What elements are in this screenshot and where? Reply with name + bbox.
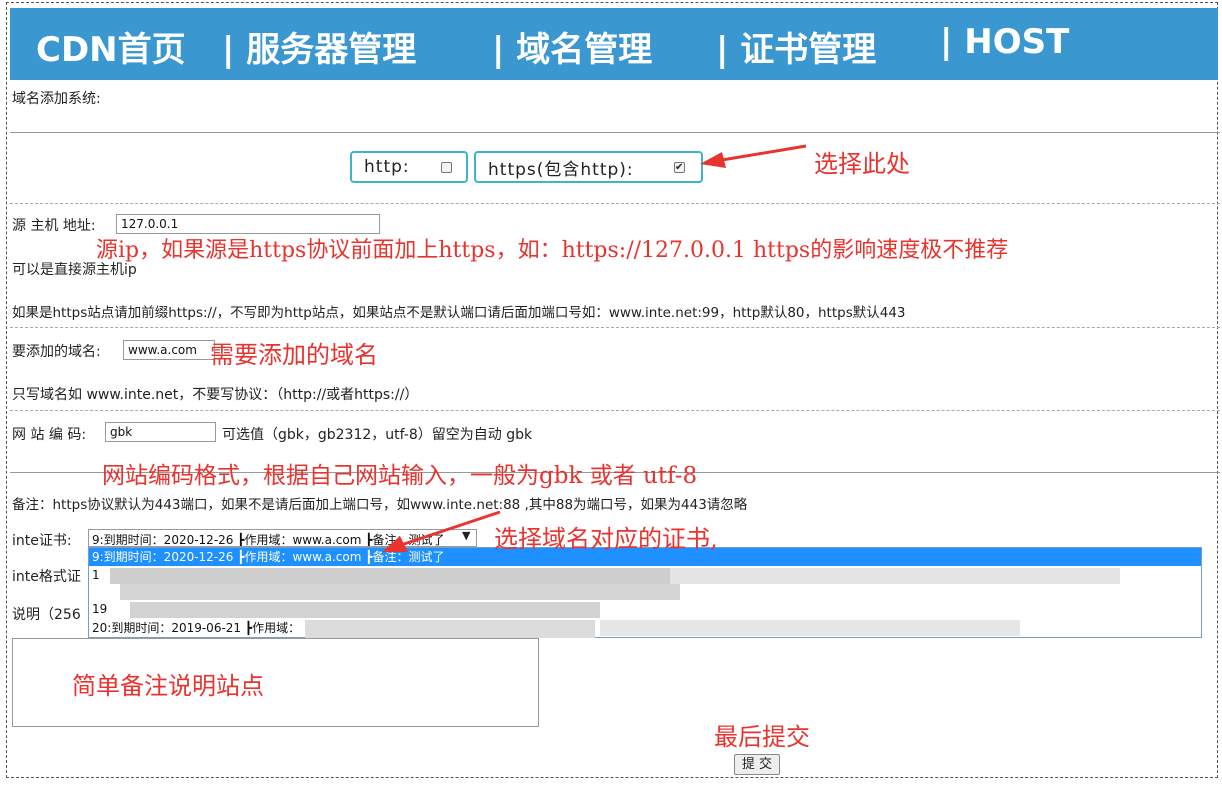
redacted-block [130, 602, 600, 618]
cert-select[interactable]: 9:到期时间：2020-12-26 ┣作用域：www.a.com ┣备注：测试了 [88, 529, 477, 547]
source-host-input[interactable]: 127.0.0.1 [116, 214, 380, 234]
divider [10, 410, 1220, 411]
redacted-block [120, 584, 680, 600]
chevron-down-icon[interactable]: ▼ [462, 529, 470, 542]
divider [10, 203, 1220, 204]
redacted-block [110, 568, 670, 584]
annotation-description: 简单备注说明站点 [72, 672, 264, 700]
redacted-block [670, 568, 1120, 584]
domain-input[interactable]: www.a.com [123, 340, 215, 360]
annotation-encoding: 网站编码格式，根据自己网站输入，一般为gbk 或者 utf-8 [102, 463, 698, 489]
top-nav: CDN首页 | 服务器管理 | 域名管理 | 证书管理 | HOST [10, 8, 1218, 80]
source-hint-https: 如果是https站点请加前缀https://，不写即为http站点，如果站点不是… [12, 305, 906, 321]
encoding-input[interactable]: gbk [105, 422, 216, 442]
submit-button[interactable]: 提 交 [734, 754, 780, 775]
domain-label: 要添加的域名: [12, 344, 101, 360]
form-title: 域名添加系统: [12, 91, 101, 107]
https-checkbox[interactable]: ✔ [674, 162, 685, 173]
desc-label: 说明（256 [12, 607, 81, 623]
redacted-block [600, 620, 1020, 636]
https-option[interactable]: https(包含http): ✔ [474, 151, 703, 183]
cert-label: inte证书: [12, 533, 72, 549]
http-option[interactable]: http: [350, 151, 468, 183]
http-checkbox[interactable] [441, 162, 452, 173]
encoding-label: 网 站 编 码: [12, 427, 87, 443]
annotation-cert: 选择域名对应的证书, [494, 525, 718, 553]
http-label: http: [364, 157, 410, 177]
encoding-hint: 可选值（gbk，gb2312，utf-8）留空为自动 gbk [222, 427, 533, 443]
redacted-block [305, 620, 595, 638]
divider [10, 327, 1220, 328]
annotation-source-ip: 源ip，如果源是https协议前面加上https，如：https://127.0… [96, 238, 1009, 263]
annotation-domain: 需要添加的域名 [210, 341, 378, 369]
domain-hint: 只写域名如 www.inte.net，不要写协议：（http://或者https… [12, 387, 419, 403]
https-label: https(包含http): [488, 159, 634, 180]
nav-item-server-management[interactable]: | 服务器管理 [222, 22, 416, 71]
divider [10, 132, 1220, 133]
nav-item-domain-management[interactable]: | 域名管理 [492, 22, 652, 71]
annotation-submit: 最后提交 [714, 723, 810, 751]
nav-item-host[interactable]: | HOST [940, 22, 1069, 62]
source-host-label: 源 主机 地址: [12, 218, 96, 234]
nav-item-cert-management[interactable]: | 证书管理 [716, 22, 876, 71]
port-note: 备注：https协议默认为443端口，如果不是请后面加上端口号，如www.int… [12, 497, 748, 513]
nav-item-cdn-home[interactable]: CDN首页 [36, 22, 186, 71]
annotation-select-here: 选择此处 [814, 150, 910, 178]
format-cert-label: inte格式证 [12, 569, 81, 585]
